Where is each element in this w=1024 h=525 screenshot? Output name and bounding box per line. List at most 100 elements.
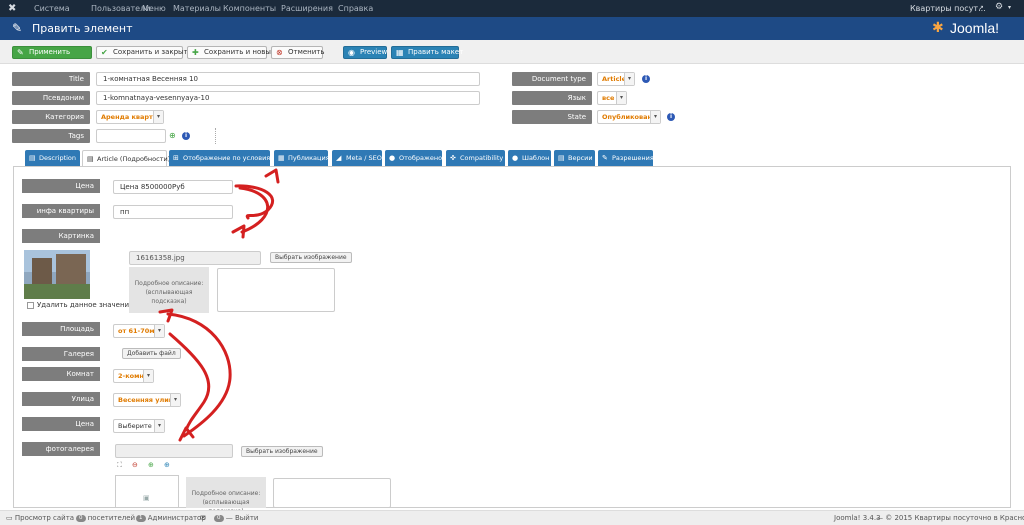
nav-extensions[interactable]: Расширения	[281, 4, 333, 13]
choose-image-button[interactable]: Выбрать изображение	[270, 252, 352, 263]
external-link-icon: ▭	[6, 514, 13, 522]
street-select[interactable]: Весенняя улица ▾	[113, 393, 181, 407]
tab-publishing[interactable]: ▦ Публикация	[274, 150, 330, 166]
tab-compatibility[interactable]: ✜ Compatibility	[446, 150, 505, 166]
gallery-label: Галерея	[22, 347, 100, 361]
image-placeholder-icon: ▣	[143, 494, 150, 502]
choose-image-button-2[interactable]: Выбрать изображение	[241, 446, 323, 457]
area-select[interactable]: от 61-70м2 ▾	[113, 324, 165, 338]
photogallery-description-textarea[interactable]	[273, 478, 391, 508]
nav-system[interactable]: Система	[34, 4, 70, 13]
chevron-down-icon: ▾	[624, 73, 634, 85]
language-select[interactable]: все ▾	[597, 91, 627, 105]
tab-permissions[interactable]: ✎ Разрешения	[598, 150, 654, 166]
add-icon[interactable]: ⊕	[148, 461, 154, 469]
tab-versions[interactable]: ▤ Версии	[554, 150, 595, 166]
delete-value-label: Удалить данное значение	[37, 301, 134, 309]
visitors-count-badge: 0	[76, 514, 86, 522]
alias-label: Псевдоним	[12, 91, 90, 105]
price-input[interactable]: Цена 8500000Руб	[113, 180, 233, 194]
envelope-icon[interactable]: ✉	[200, 511, 206, 525]
template-icon: ●	[512, 154, 519, 162]
alias-input[interactable]: 1-komnatnaya-vesennyaya-10	[96, 91, 480, 105]
rooms-label: Комнат	[22, 367, 100, 381]
bookmark-icon: ◢	[336, 154, 342, 162]
info-icon[interactable]: i	[667, 113, 675, 121]
sitemap-icon: ⊞	[173, 154, 179, 162]
visitors-indicator[interactable]: 0 посетителей	[76, 511, 135, 525]
tab-meta-seo[interactable]: ◢ Meta / SEO	[332, 150, 382, 166]
remove-icon[interactable]: ⊖	[132, 461, 138, 469]
doctype-label: Document type	[512, 72, 592, 86]
cancel-button[interactable]: ⊗ Отменить	[271, 46, 325, 59]
expand-icon[interactable]: ⛶	[117, 461, 122, 470]
nav-help[interactable]: Справка	[338, 4, 373, 13]
apartment-info-label: инфа квартиры	[22, 204, 100, 218]
delete-value-checkbox[interactable]	[27, 302, 34, 309]
apply-button[interactable]: ✎ Применить	[12, 46, 92, 59]
save-close-button[interactable]: ✔ Сохранить и закрыть	[96, 46, 192, 59]
cena-select[interactable]: Выберите ▾	[113, 419, 165, 433]
apartment-info-input[interactable]: пп	[113, 205, 233, 219]
chevron-down-icon: ▾	[153, 111, 163, 123]
chevron-down-icon[interactable]: ▾	[1008, 4, 1011, 11]
puzzle-icon: ✜	[450, 154, 456, 162]
info-icon[interactable]: i	[182, 132, 190, 140]
top-navbar: ✖ Система Пользователи Меню Материалы Ко…	[0, 0, 1024, 17]
tab-description[interactable]: ▤ Description	[25, 150, 80, 166]
title-input[interactable]: 1-комнатная Весенняя 10	[96, 72, 480, 86]
rooms-select[interactable]: 2-комн ▾	[113, 369, 154, 383]
street-label: Улица	[22, 392, 100, 406]
chevron-down-icon: ▾	[650, 111, 660, 123]
price-label: Цена	[22, 179, 100, 193]
add-tag-icon[interactable]: ⊕	[169, 131, 176, 140]
plus-icon: ✚	[192, 48, 199, 57]
edit-layout-button[interactable]: ▦ Править макет	[391, 46, 463, 59]
image-description-textarea[interactable]	[217, 268, 335, 312]
toolbar: ✎ Применить ✔ Сохранить и закрыть ✚ Сохрани…	[0, 40, 1024, 64]
preview-button[interactable]: ◉ Preview	[343, 46, 387, 59]
admins-indicator[interactable]: 1 Администратор	[136, 511, 206, 525]
check-icon: ✔	[101, 48, 108, 57]
category-label: Категория	[12, 110, 90, 124]
view-site-link[interactable]: ▭ Просмотр сайта	[6, 511, 74, 525]
info-icon[interactable]: i	[642, 75, 650, 83]
gear-icon[interactable]: ⚙	[995, 2, 1003, 12]
site-link[interactable]: Квартиры посут...	[910, 4, 986, 13]
area-label: Площадь	[22, 322, 100, 336]
layout-icon: ▦	[396, 48, 404, 57]
photogallery-label: фотогалерея	[22, 442, 100, 456]
nav-menus[interactable]: Меню	[142, 4, 166, 13]
state-select[interactable]: Опубликовано ▾	[597, 110, 661, 124]
nav-components[interactable]: Компоненты	[223, 4, 276, 13]
publish-icon: ▦	[278, 154, 285, 162]
doctype-select[interactable]: Article ▾	[597, 72, 635, 86]
tab-template[interactable]: ● Шаблон	[508, 150, 551, 166]
tab-displayed[interactable]: ● Отображено	[385, 150, 442, 166]
document-icon: ▤	[87, 155, 94, 163]
external-link-icon[interactable]: ↗	[978, 4, 984, 12]
page-title: Править элемент	[32, 22, 133, 35]
page-header: ✎ Править элемент ✱ Joomla!	[0, 17, 1024, 40]
messages-indicator[interactable]: 0 — Выйти	[214, 511, 258, 525]
photogallery-input[interactable]	[115, 444, 233, 458]
add-blue-icon[interactable]: ⊕	[164, 461, 170, 469]
chevron-down-icon: ▾	[170, 394, 180, 406]
tab-conditional-display[interactable]: ⊞ Отображение по условиям	[169, 150, 275, 166]
joomla-version: Joomla! 3.4.3	[834, 514, 881, 522]
pencil-icon: ✎	[12, 21, 23, 35]
chevron-down-icon: ▾	[616, 92, 626, 104]
tags-input[interactable]	[96, 129, 166, 143]
joomla-menu-icon[interactable]: ✖	[8, 3, 16, 14]
add-file-button[interactable]: Добавить файл	[122, 348, 181, 359]
tab-article-details[interactable]: ▤ Article (Подробности)	[82, 150, 170, 167]
apartment-photo-label: Картинка квартиры	[22, 229, 100, 254]
photogallery-thumbnail[interactable]: ▣	[115, 475, 179, 508]
apartment-photo-thumbnail[interactable]	[24, 250, 90, 299]
divider	[215, 128, 216, 144]
category-select[interactable]: Аренда квартир ▾	[96, 110, 164, 124]
nav-content[interactable]: Материалы	[173, 4, 221, 13]
save-new-button[interactable]: ✚ Сохранить и новый	[187, 46, 275, 59]
admins-count-badge: 1	[136, 514, 146, 522]
image-name-input[interactable]: 16161358.jpg	[129, 251, 261, 265]
